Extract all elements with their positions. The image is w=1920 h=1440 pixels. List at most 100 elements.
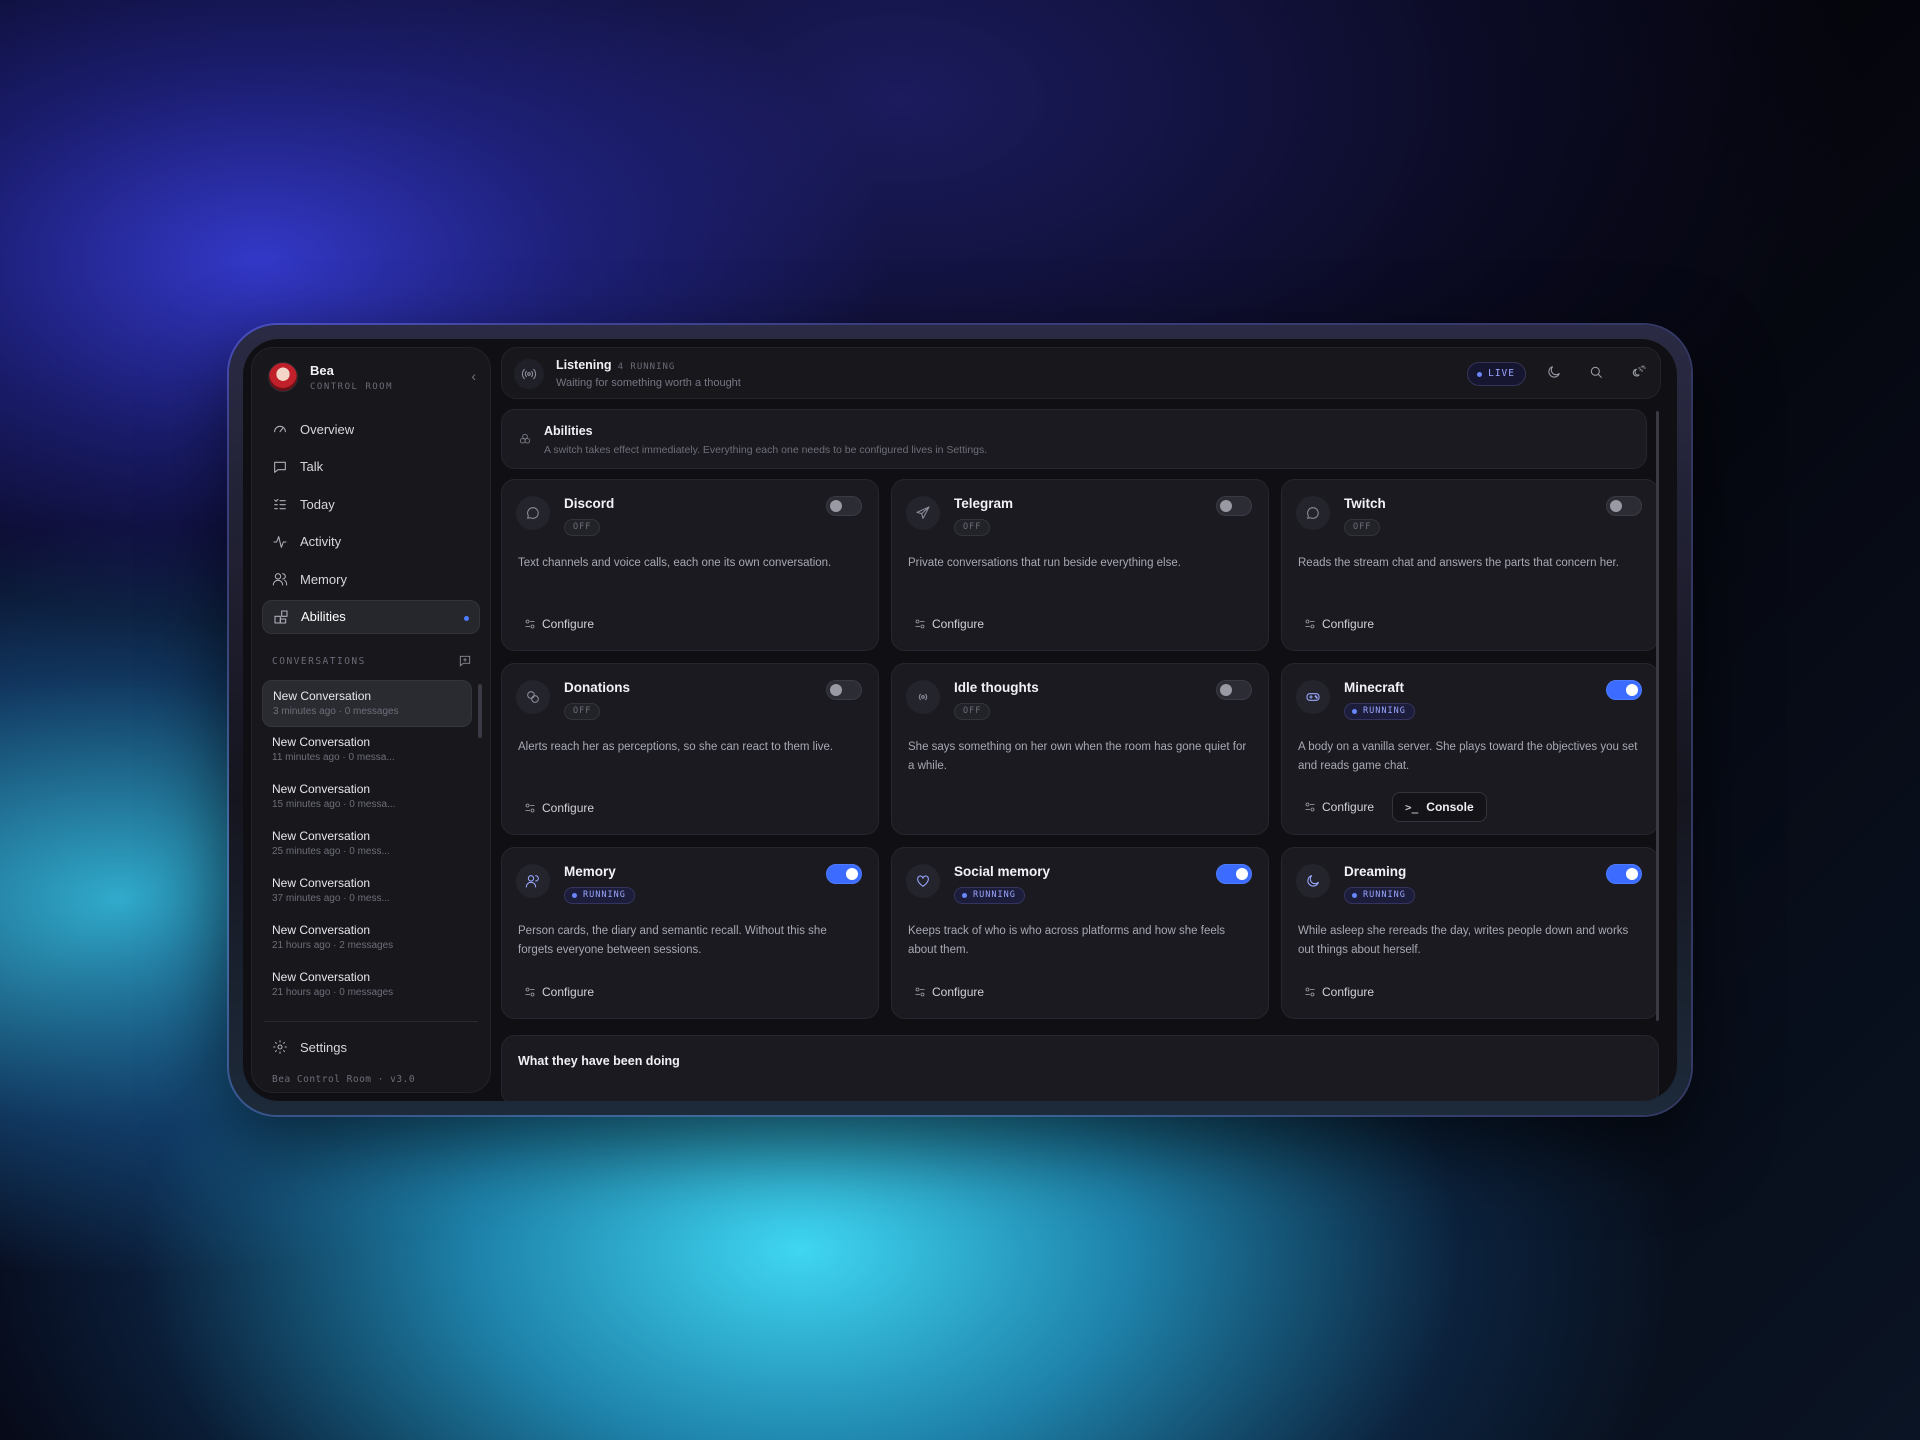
- conversation-meta: 15 minutes ago · 0 messa...: [272, 799, 396, 810]
- ability-toggle[interactable]: [1606, 864, 1642, 884]
- sliders-icon: [1305, 619, 1315, 629]
- nav-item-memory[interactable]: Memory: [262, 562, 480, 596]
- card-actions: Configure: [518, 978, 600, 1006]
- ability-description: Text channels and voice calls, each one …: [518, 557, 832, 569]
- sliders-icon: [1305, 802, 1315, 812]
- ability-toggle[interactable]: [1216, 680, 1252, 700]
- search-button[interactable]: [1588, 364, 1608, 384]
- ability-toggle[interactable]: [826, 496, 862, 516]
- brand-subtitle: CONTROL ROOM: [310, 381, 394, 392]
- main-nav: Overview Talk Today Activity Memory Abil…: [262, 412, 480, 637]
- checklist-icon: [274, 498, 286, 510]
- theme-toggle-button[interactable]: [1546, 364, 1566, 384]
- conversation-meta: 21 hours ago · 2 messages: [272, 940, 394, 951]
- ability-title: Donations: [564, 680, 630, 695]
- configure-button[interactable]: Configure: [1298, 610, 1380, 638]
- appearance-button[interactable]: [1630, 364, 1650, 384]
- divider: [264, 1021, 478, 1022]
- card-actions: Configure: [1298, 610, 1380, 638]
- ability-toggle[interactable]: [826, 864, 862, 884]
- console-label: Console: [1426, 800, 1474, 814]
- conversation-list: New Conversation 3 minutes ago · 0 messa…: [262, 680, 472, 1009]
- conversation-item[interactable]: New Conversation 25 minutes ago · 0 mess…: [262, 821, 472, 868]
- people-icon: [516, 864, 550, 898]
- configure-button[interactable]: Configure: [908, 610, 990, 638]
- nav-label: Abilities: [301, 609, 346, 624]
- ability-card-telegram: Telegram OFF Private conversations that …: [891, 479, 1269, 651]
- activity-panel: What they have been doing: [501, 1035, 1659, 1101]
- conversations-header: CONVERSATIONS: [272, 654, 472, 668]
- configure-button[interactable]: Configure: [518, 610, 600, 638]
- configure-button[interactable]: Configure: [518, 794, 600, 822]
- sliders-icon: [915, 987, 925, 997]
- card-actions: Configure: [908, 610, 990, 638]
- ability-description: Keeps track of who is who across platfor…: [908, 925, 1226, 956]
- ability-toggle[interactable]: [1606, 496, 1642, 516]
- status-badge: RUNNING: [1344, 703, 1415, 720]
- broadcast-icon: [514, 359, 544, 389]
- status-title: Listening 4 RUNNING: [556, 358, 675, 372]
- conversation-title: New Conversation: [272, 923, 371, 937]
- status-badge: OFF: [564, 519, 601, 536]
- sliders-icon: [525, 987, 535, 997]
- gauge-icon: [274, 425, 286, 433]
- avatar: [268, 362, 298, 392]
- ability-toggle[interactable]: [1216, 864, 1252, 884]
- collapse-sidebar-icon[interactable]: ‹: [471, 368, 476, 384]
- ability-card-dreaming: Dreaming RUNNING While asleep she reread…: [1281, 847, 1659, 1019]
- nav-label: Activity: [300, 534, 342, 549]
- device-frame: Bea CONTROL ROOM ‹ Overview Talk Today A…: [229, 325, 1691, 1115]
- conversation-item[interactable]: New Conversation 11 minutes ago · 0 mess…: [262, 727, 472, 774]
- moon-icon: [1296, 864, 1330, 898]
- new-conversation-icon[interactable]: [458, 654, 472, 668]
- nav-item-activity[interactable]: Activity: [262, 525, 480, 559]
- configure-label: Configure: [542, 801, 595, 815]
- conversation-item[interactable]: New Conversation 3 minutes ago · 0 messa…: [262, 680, 472, 727]
- ability-title: Dreaming: [1344, 864, 1407, 879]
- sidebar: Bea CONTROL ROOM ‹ Overview Talk Today A…: [251, 347, 491, 1093]
- configure-button[interactable]: Configure: [908, 978, 990, 1006]
- configure-label: Configure: [542, 985, 595, 999]
- ability-card-donations: Donations OFF Alerts reach her as percep…: [501, 663, 879, 835]
- ability-description: Private conversations that run beside ev…: [908, 557, 1181, 569]
- conversations-heading: CONVERSATIONS: [272, 655, 366, 667]
- send-icon: [906, 496, 940, 530]
- heart-icon: [906, 864, 940, 898]
- ability-toggle[interactable]: [826, 680, 862, 700]
- ability-description: A body on a vanilla server. She plays to…: [1298, 741, 1638, 772]
- nav-item-today[interactable]: Today: [262, 487, 480, 521]
- conversation-item[interactable]: New Conversation 21 hours ago · 2 messag…: [262, 915, 472, 962]
- nav-item-abilities[interactable]: Abilities: [262, 599, 480, 634]
- ability-card-idle-thoughts: Idle thoughts OFF She says something on …: [891, 663, 1269, 835]
- configure-button[interactable]: Configure: [1298, 793, 1380, 821]
- conversation-item[interactable]: New Conversation 21 hours ago · 0 messag…: [262, 962, 472, 1009]
- configure-button[interactable]: Configure: [1298, 978, 1380, 1006]
- settings-button[interactable]: Settings: [272, 1032, 347, 1062]
- nav-item-talk[interactable]: Talk: [262, 450, 480, 484]
- abilities-title: Abilities: [544, 424, 593, 438]
- nav-item-overview[interactable]: Overview: [262, 412, 480, 446]
- configure-button[interactable]: Configure: [518, 978, 600, 1006]
- ability-description: While asleep she rereads the day, writes…: [1298, 925, 1629, 956]
- conversation-title: New Conversation: [272, 970, 371, 984]
- sliders-icon: [915, 619, 925, 629]
- main-scrollbar[interactable]: [1656, 411, 1659, 1021]
- status-badge: RUNNING: [1344, 887, 1415, 904]
- console-button[interactable]: >_ Console: [1392, 792, 1487, 822]
- ability-toggle[interactable]: [1606, 680, 1642, 700]
- configure-label: Configure: [1322, 800, 1375, 814]
- coins-icon: [516, 680, 550, 714]
- ability-description: Reads the stream chat and answers the pa…: [1298, 557, 1619, 569]
- conversation-item[interactable]: New Conversation 15 minutes ago · 0 mess…: [262, 774, 472, 821]
- activity-panel-title: What they have been doing: [518, 1054, 680, 1068]
- abilities-subtitle: A switch takes effect immediately. Every…: [544, 444, 988, 456]
- conversation-scrollbar[interactable]: [478, 684, 482, 738]
- moon-icon: [1548, 366, 1560, 378]
- conversation-title: New Conversation: [273, 689, 372, 703]
- status-bar: Listening 4 RUNNING Waiting for something…: [501, 347, 1661, 399]
- sliders-icon: [1305, 987, 1315, 997]
- gear-icon: [273, 1040, 287, 1054]
- conversation-item[interactable]: New Conversation 37 minutes ago · 0 mess…: [262, 868, 472, 915]
- ability-toggle[interactable]: [1216, 496, 1252, 516]
- ability-title: Memory: [564, 864, 616, 879]
